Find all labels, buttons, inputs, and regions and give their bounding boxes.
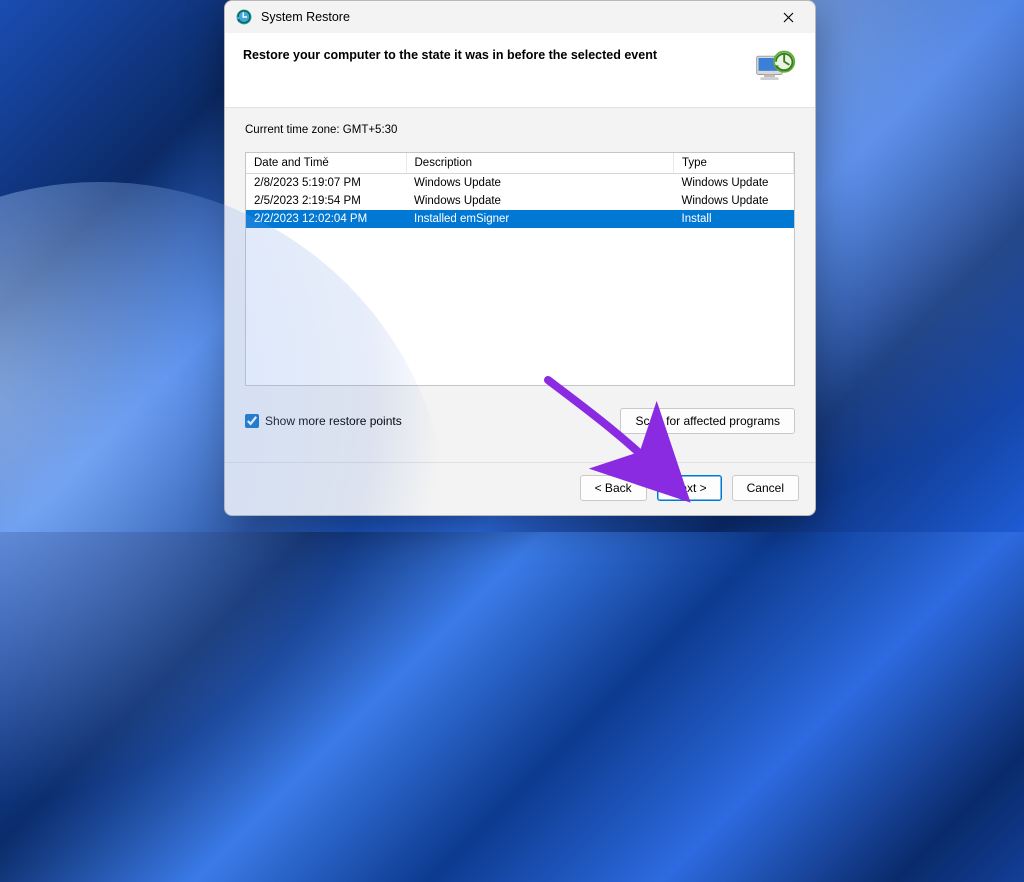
table-row[interactable]: 2/2/2023 12:02:04 PMInstalled emSignerIn… <box>246 210 794 228</box>
show-more-label: Show more restore points <box>265 414 402 428</box>
close-icon <box>783 12 794 23</box>
window-title: System Restore <box>261 10 350 24</box>
column-header-datetime[interactable]: Date and Time ⌄ <box>246 153 406 174</box>
table-cell-description: Windows Update <box>406 192 674 210</box>
close-button[interactable] <box>767 3 809 31</box>
system-restore-icon <box>235 8 253 26</box>
table-cell-datetime: 2/2/2023 12:02:04 PM <box>246 210 406 228</box>
column-header-type[interactable]: Type <box>674 153 794 174</box>
table-cell-description: Installed emSigner <box>406 210 674 228</box>
dialog-content: Current time zone: GMT+5:30 Date and Tim… <box>225 108 815 462</box>
next-button[interactable]: Next > <box>657 475 722 501</box>
show-more-restore-points-checkbox[interactable]: Show more restore points <box>245 414 402 428</box>
dialog-heading: Restore your computer to the state it wa… <box>243 47 737 65</box>
system-restore-window: System Restore Restore your computer to … <box>224 0 816 516</box>
table-row[interactable]: 2/5/2023 2:19:54 PMWindows UpdateWindows… <box>246 192 794 210</box>
table-cell-description: Windows Update <box>406 174 674 192</box>
titlebar: System Restore <box>225 1 815 33</box>
dialog-header: Restore your computer to the state it wa… <box>225 33 815 108</box>
restore-computer-icon <box>753 47 797 91</box>
table-row[interactable]: 2/8/2023 5:19:07 PMWindows UpdateWindows… <box>246 174 794 192</box>
dialog-footer: < Back Next > Cancel <box>225 462 815 515</box>
table-cell-datetime: 2/8/2023 5:19:07 PM <box>246 174 406 192</box>
scan-affected-programs-button[interactable]: Scan for affected programs <box>620 408 795 434</box>
cancel-button[interactable]: Cancel <box>732 475 799 501</box>
table-cell-type: Windows Update <box>674 192 794 210</box>
column-header-description[interactable]: Description <box>406 153 674 174</box>
table-cell-type: Install <box>674 210 794 228</box>
sort-descending-icon: ⌄ <box>322 152 330 162</box>
timezone-label: Current time zone: GMT+5:30 <box>245 124 795 136</box>
table-cell-type: Windows Update <box>674 174 794 192</box>
show-more-checkbox-input[interactable] <box>245 414 259 428</box>
back-button[interactable]: < Back <box>580 475 647 501</box>
restore-points-table[interactable]: Date and Time ⌄ Description Type 2/8/202… <box>245 152 795 386</box>
table-cell-datetime: 2/5/2023 2:19:54 PM <box>246 192 406 210</box>
